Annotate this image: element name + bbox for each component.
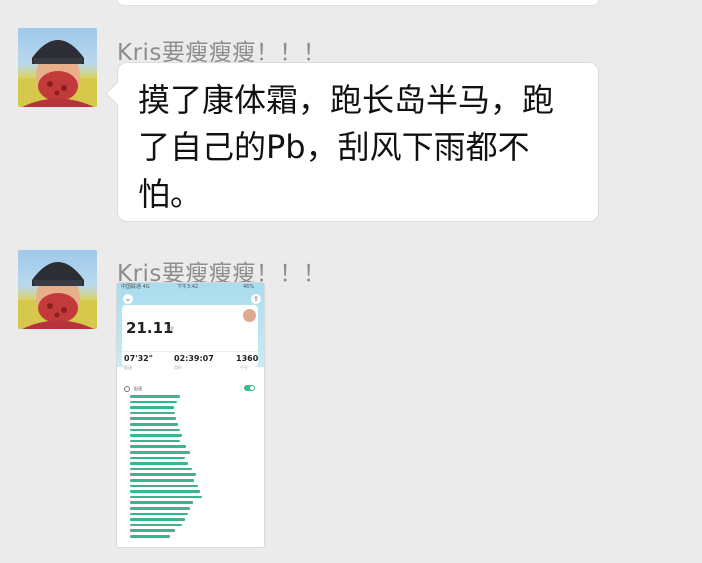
- calories-label: 千卡: [240, 365, 248, 370]
- avatar-photo: [18, 40, 97, 107]
- avatar[interactable]: [18, 250, 97, 329]
- user-avatar: [242, 308, 257, 323]
- split-bar: [130, 445, 186, 448]
- split-bar: [130, 428, 180, 432]
- distance-unit: 公里: [166, 326, 174, 331]
- split-bar: [130, 495, 202, 499]
- split-bar: [130, 400, 177, 404]
- status-bar: 中国联通 4G 下午3:42 46%: [117, 283, 264, 292]
- calories-value: 1360: [236, 354, 259, 363]
- carrier-text: 中国联通 4G: [121, 284, 150, 290]
- chevron-down-icon: ⌄: [123, 294, 133, 304]
- split-bar: [130, 479, 194, 482]
- pace-label: 配速: [124, 365, 132, 370]
- split-bar: [130, 535, 170, 538]
- previous-message-bubble[interactable]: [116, 0, 600, 6]
- chat-view: Kris要瘦瘦瘦！！！ 摸了康体霜，跑长岛半马，跑了自己的Pb，刮风下雨都不怕。…: [0, 0, 702, 563]
- split-bar: [130, 523, 182, 527]
- clock-text: 下午3:42: [177, 284, 199, 290]
- split-bar: [130, 462, 188, 465]
- pace-value: 07'32": [124, 354, 153, 363]
- split-bar: [130, 434, 182, 437]
- split-bar: [130, 501, 193, 504]
- splits-title: 配速: [134, 386, 142, 391]
- split-bar: [130, 484, 198, 488]
- split-bar: [130, 473, 196, 476]
- split-bar: [130, 490, 200, 493]
- share-icon: ⇪: [251, 294, 261, 304]
- split-bar: [130, 395, 180, 398]
- split-bar: [130, 518, 185, 521]
- message-text: 摸了康体霜，跑长岛半马，跑了自己的Pb，刮风下雨都不怕。: [138, 81, 555, 213]
- splits-section: 配速: [122, 384, 258, 544]
- avatar-photo: [18, 262, 97, 329]
- splits-toggle[interactable]: [244, 385, 255, 391]
- split-bar: [130, 411, 175, 415]
- split-bar: [130, 467, 192, 471]
- split-bar: [130, 512, 188, 516]
- split-bar: [130, 406, 174, 409]
- stats-row: 07'32" 配速 02:39:07 用时 1360 千卡: [122, 351, 258, 376]
- split-bar: [130, 423, 178, 426]
- message-bubble[interactable]: 摸了康体霜，跑长岛半马，跑了自己的Pb，刮风下雨都不怕。: [117, 62, 599, 222]
- split-bar: [130, 507, 190, 510]
- split-bar: [130, 456, 185, 460]
- clock-icon: [124, 386, 130, 392]
- summary-card: 21.11 公里 07'32" 配速 02:39:07 用时 1360 千卡: [122, 305, 258, 370]
- split-bar: [130, 529, 175, 532]
- duration-label: 用时: [174, 365, 182, 370]
- image-message-thumbnail[interactable]: 中国联通 4G 下午3:42 46% ⌄ ⇪ 21.11 公里 07'32" 配…: [117, 283, 264, 547]
- avatar[interactable]: [18, 28, 97, 107]
- split-bar: [130, 451, 190, 454]
- split-bar: [130, 439, 180, 443]
- battery-text: 46%: [243, 284, 255, 290]
- duration-value: 02:39:07: [174, 354, 214, 363]
- split-bar: [130, 417, 176, 420]
